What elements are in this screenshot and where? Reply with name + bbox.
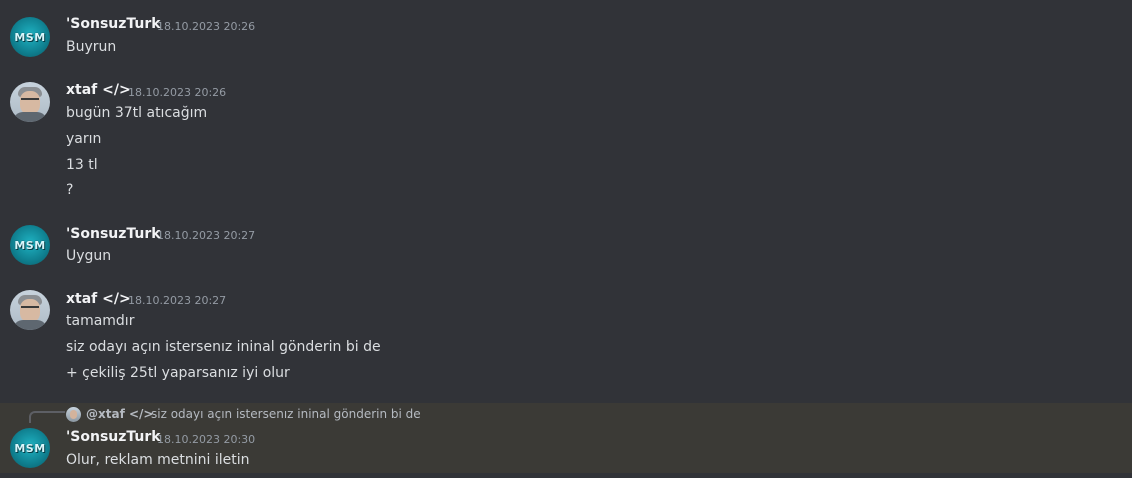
message-text: 13 tl — [66, 157, 98, 173]
timestamp: 18.10.2023 20:30 — [157, 433, 256, 446]
timestamp: 18.10.2023 20:26 — [157, 20, 256, 33]
username[interactable]: 'SonsuzTurk — [66, 16, 161, 32]
timestamp: 18.10.2023 20:26 — [128, 86, 227, 99]
message-text: + çekiliş 25tl yaparsanız iyi olur — [66, 365, 290, 381]
avatar[interactable]: MSM — [10, 225, 50, 265]
username[interactable]: 'SonsuzTurk — [66, 429, 161, 445]
reply-avatar[interactable] — [66, 407, 81, 422]
message-text: bugün 37tl atıcağım — [66, 105, 208, 121]
reply-mention[interactable]: @xtaf </> — [86, 407, 153, 421]
message-text: Olur, reklam metnini iletin — [66, 452, 250, 468]
avatar-logo-text: MSM — [14, 441, 46, 455]
avatar[interactable] — [10, 82, 50, 122]
message-text: yarın — [66, 131, 102, 147]
message-text: siz odayı açın istersenız ininal gönderi… — [66, 339, 381, 355]
username[interactable]: 'SonsuzTurk — [66, 226, 161, 242]
message-text: ? — [66, 182, 74, 198]
avatar-logo-text: MSM — [14, 30, 46, 44]
message-text: tamamdır — [66, 313, 135, 329]
username[interactable]: xtaf </> — [66, 82, 131, 98]
timestamp: 18.10.2023 20:27 — [157, 229, 256, 242]
message-text: Uygun — [66, 248, 112, 264]
username[interactable]: xtaf </> — [66, 291, 131, 307]
reply-connector — [29, 411, 65, 423]
avatar[interactable]: MSM — [10, 17, 50, 57]
reply-preview-text[interactable]: siz odayı açın istersenız ininal gönderi… — [151, 407, 421, 421]
avatar[interactable] — [10, 290, 50, 330]
avatar[interactable]: MSM — [10, 428, 50, 468]
avatar-logo-text: MSM — [14, 238, 46, 252]
timestamp: 18.10.2023 20:27 — [128, 294, 227, 307]
message-text: Buyrun — [66, 39, 117, 55]
